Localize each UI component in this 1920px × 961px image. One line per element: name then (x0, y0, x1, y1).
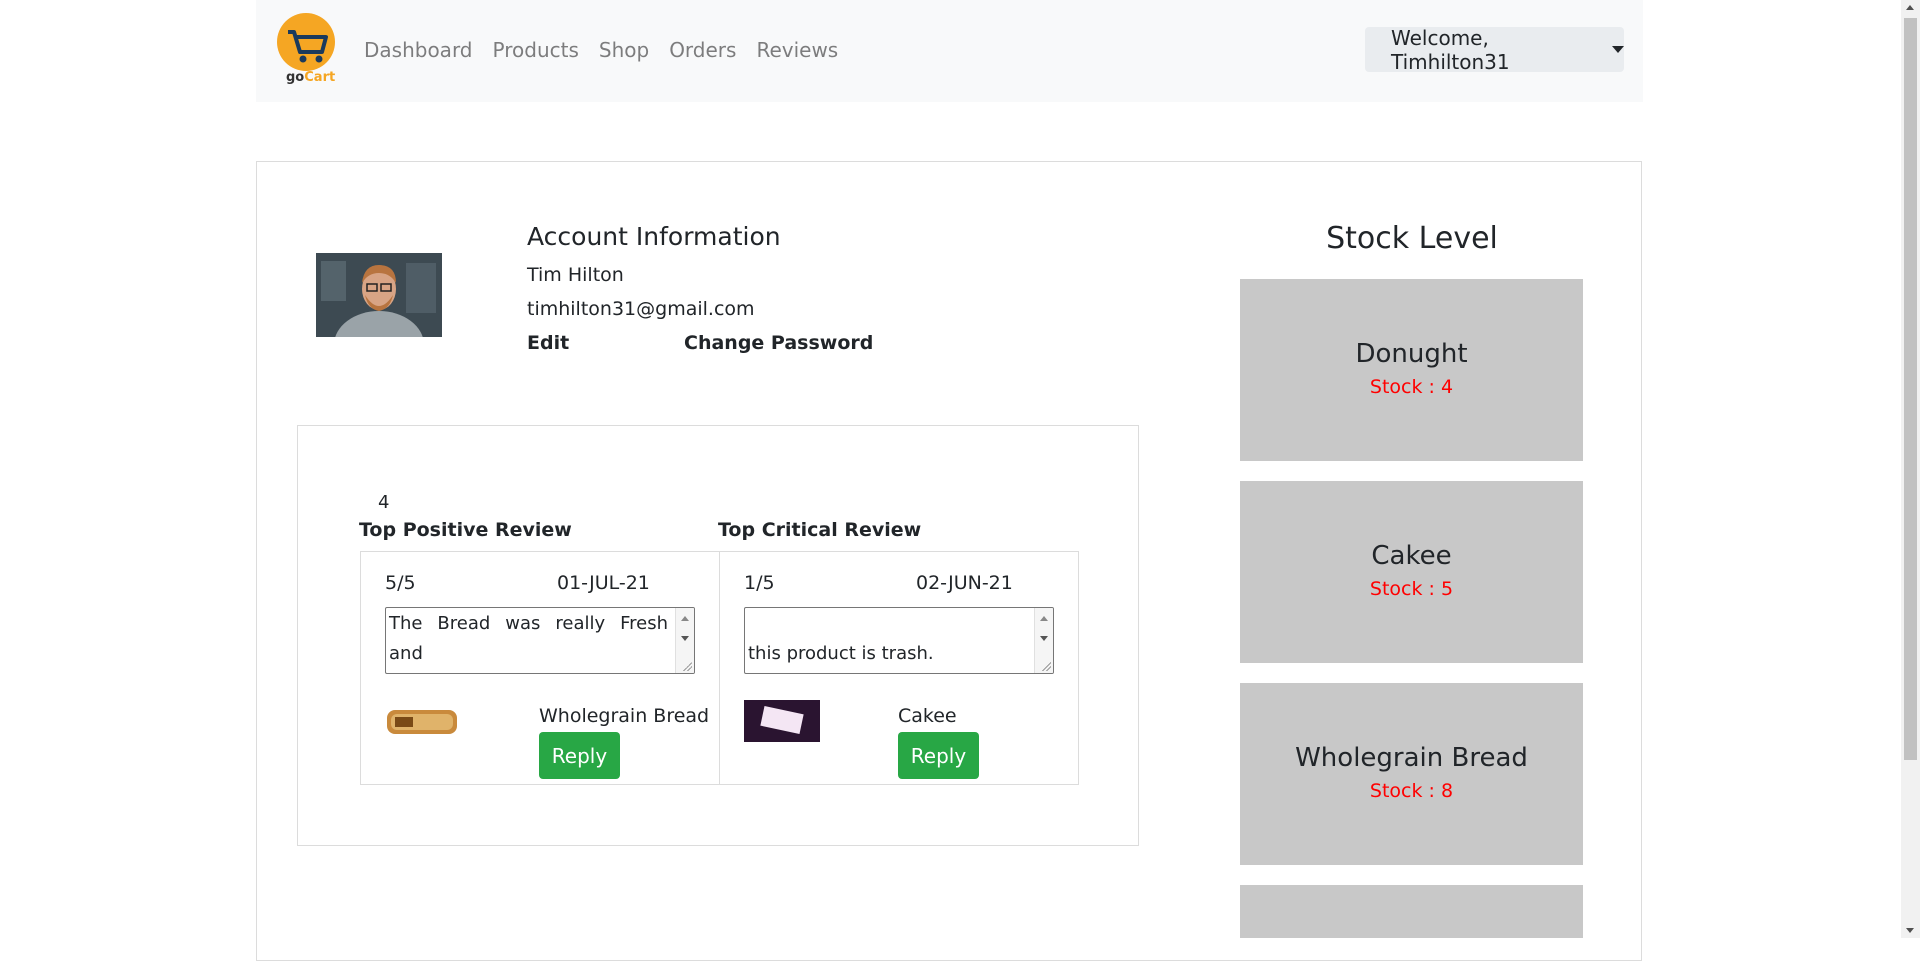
critical-review-card: 1/5 02-JUN-21 this product is trash. Cak… (719, 551, 1079, 785)
logo-text: goCart (286, 70, 335, 85)
stock-item-name: Cakee (1371, 541, 1452, 571)
resize-grip-icon[interactable] (682, 661, 692, 671)
welcome-label: Welcome, Timhilton31 (1391, 25, 1510, 74)
top-critical-review-heading: Top Critical Review (718, 519, 922, 541)
positive-review-card: 5/5 01-JUL-21 The Bread was really Fresh… (360, 551, 720, 785)
stock-card-cakee[interactable]: Cakee Stock : 5 (1240, 481, 1583, 663)
top-positive-review-heading: Top Positive Review (359, 519, 572, 541)
scroll-up-icon[interactable] (1906, 5, 1914, 10)
review-count: 4 (378, 492, 390, 513)
resize-grip-icon[interactable] (1041, 661, 1051, 671)
reply-button[interactable]: Reply (898, 732, 979, 779)
user-menu-dropdown[interactable]: Welcome, Timhilton31 (1365, 25, 1624, 74)
review-date: 01-JUL-21 (557, 572, 650, 594)
account-name: Tim Hilton (527, 264, 624, 286)
cart-logo-icon (277, 13, 335, 71)
stock-item-qty: Stock : 4 (1369, 376, 1454, 398)
account-info-title: Account Information (527, 222, 781, 251)
review-product-name: Cakee (898, 705, 957, 727)
nav-link-shop[interactable]: Shop (599, 38, 649, 62)
logo-text-go: go (286, 70, 305, 85)
nav-links: Dashboard Products Shop Orders Reviews (364, 38, 838, 62)
nav-link-orders[interactable]: Orders (669, 38, 736, 62)
stock-card-wholegrain-bread[interactable]: Wholegrain Bread Stock : 8 (1240, 683, 1583, 865)
review-product-name: Wholegrain Bread (539, 705, 710, 727)
nav-link-dashboard[interactable]: Dashboard (364, 38, 473, 62)
review-text: The Bread was really Fresh and (389, 613, 668, 664)
stock-item-name: Donught (1355, 339, 1468, 369)
review-rating: 1/5 (744, 572, 775, 594)
review-date: 02-JUN-21 (916, 572, 1013, 594)
review-text-area[interactable]: this product is trash. (744, 607, 1054, 674)
stock-item-qty: Stock : 8 (1369, 780, 1454, 802)
product-thumbnail (385, 700, 461, 742)
avatar (316, 253, 442, 379)
product-thumbnail (744, 700, 820, 742)
stock-card-donught[interactable]: Donught Stock : 4 (1240, 279, 1583, 461)
scroll-down-icon[interactable] (1906, 928, 1914, 933)
nav-link-products[interactable]: Products (493, 38, 579, 62)
navbar: goCart Dashboard Products Shop Orders Re… (256, 0, 1643, 102)
edit-account-link[interactable]: Edit (527, 332, 569, 354)
review-rating: 5/5 (385, 572, 416, 594)
scrollbar-thumb[interactable] (1904, 18, 1917, 760)
stock-level-title: Stock Level (1326, 221, 1498, 256)
review-text: this product is trash. (748, 643, 934, 664)
stock-item-qty: Stock : 5 (1369, 578, 1454, 600)
logo-text-cart: Cart (304, 70, 336, 85)
account-email: timhilton31@gmail.com (527, 298, 755, 320)
caret-down-icon (1612, 46, 1624, 53)
stock-item-name: Wholegrain Bread (1295, 743, 1528, 773)
change-password-link[interactable]: Change Password (684, 332, 873, 354)
review-text-area[interactable]: The Bread was really Fresh and (385, 607, 695, 674)
stock-card-partial[interactable] (1240, 885, 1583, 938)
reply-button[interactable]: Reply (539, 732, 620, 779)
page-scrollbar[interactable] (1901, 0, 1920, 938)
nav-link-reviews[interactable]: Reviews (756, 38, 838, 62)
